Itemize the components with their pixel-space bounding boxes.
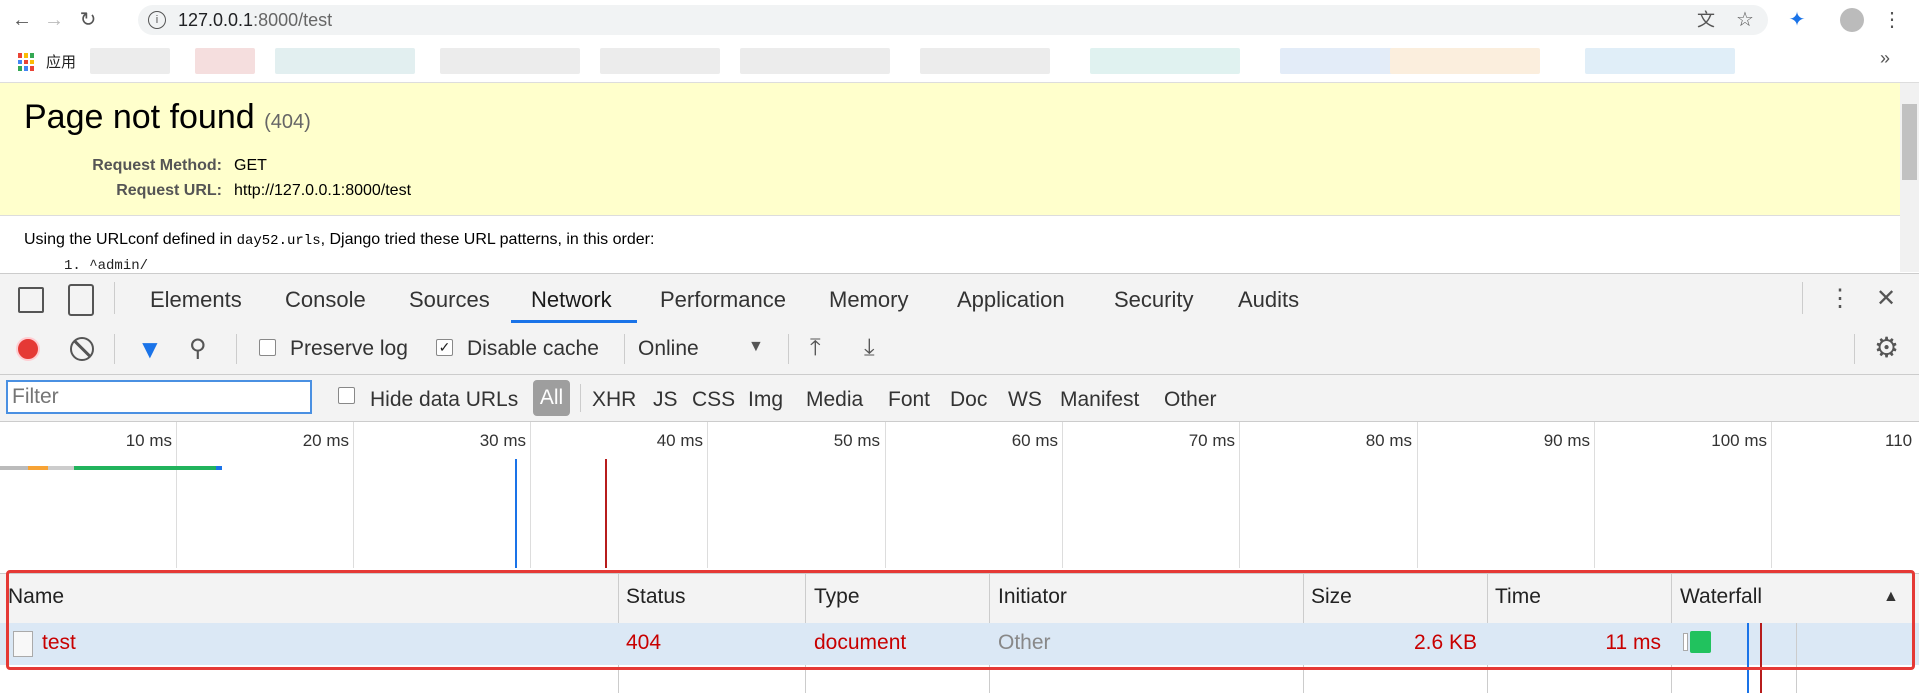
timeline-bar-end [216,466,222,470]
translate-icon[interactable]: 文 [1694,8,1718,32]
bookmark-blurred[interactable] [600,48,720,74]
tab-elements[interactable]: Elements [150,287,242,313]
bookmark-blurred[interactable] [195,48,255,74]
hide-data-urls-label[interactable]: Hide data URLs [370,388,518,412]
timeline-tick: 60 ms [1011,431,1058,450]
chevron-down-icon[interactable]: ▼ [748,338,764,356]
status-code: (404) [264,111,311,133]
timeline-tick: 10 ms [125,431,172,450]
page-title: Page not found (404) [24,98,311,136]
filter-type-doc[interactable]: Doc [950,388,987,412]
request-url-value: http://127.0.0.1:8000/test [234,182,412,199]
request-url-label: Request URL: [116,182,222,199]
filter-type-manifest[interactable]: Manifest [1060,388,1139,412]
dom-content-loaded-marker [515,459,517,568]
disable-cache-checkbox[interactable]: ✓ [436,339,453,356]
url-pattern-item: 1. ^admin/ [64,258,149,272]
clear-icon[interactable] [70,337,94,361]
timeline-bar-connect [28,466,48,470]
tab-security[interactable]: Security [1114,287,1193,313]
request-method-value: GET [234,157,267,174]
preserve-log-checkbox[interactable] [259,339,276,356]
menu-dots-icon[interactable]: ⋮ [1880,8,1904,32]
device-toolbar-icon[interactable] [68,284,94,316]
info-icon[interactable]: i [148,11,166,29]
timeline-tick: 70 ms [1188,431,1235,450]
apps-grid-icon[interactable] [18,53,36,71]
tab-console[interactable]: Console [285,287,366,313]
record-icon[interactable] [16,337,40,361]
devtools-menu-icon[interactable]: ⋮ [1828,284,1852,313]
timeline-bar-wait [48,466,74,470]
highlight-annotation [6,570,1915,670]
timeline-tick: 30 ms [479,431,526,450]
active-tab-indicator [511,320,637,323]
address-bar[interactable] [138,5,1768,35]
disable-cache-label[interactable]: Disable cache [467,337,599,361]
back-arrow-icon[interactable]: ← [10,8,34,32]
extension-icon[interactable]: ✦ [1785,8,1809,32]
forward-arrow-icon[interactable]: → [42,8,66,32]
timeline-bar-download [74,466,220,470]
filter-type-other[interactable]: Other [1164,388,1217,412]
filter-type-font[interactable]: Font [888,388,930,412]
tab-memory[interactable]: Memory [829,287,908,313]
filter-type-js[interactable]: JS [653,388,678,412]
bookmark-blurred[interactable] [1390,48,1540,74]
filter-type-all[interactable]: All [533,380,570,416]
bookmark-star-icon[interactable]: ☆ [1733,8,1757,32]
tab-sources[interactable]: Sources [409,287,490,313]
tab-performance[interactable]: Performance [660,287,786,313]
timeline-tick: 50 ms [833,431,880,450]
load-event-marker [605,459,607,568]
timeline-tick: 20 ms [302,431,349,450]
timeline-tick: 80 ms [1365,431,1412,450]
filter-type-media[interactable]: Media [806,388,863,412]
bookmark-blurred[interactable] [920,48,1050,74]
timeline-tick: 100 ms [1711,431,1767,450]
request-method-label: Request Method: [92,157,222,174]
bookmarks-overflow[interactable]: » [1880,48,1890,69]
tab-application[interactable]: Application [957,287,1065,313]
filter-type-img[interactable]: Img [748,388,783,412]
close-devtools-icon[interactable]: ✕ [1876,284,1896,313]
preserve-log-label[interactable]: Preserve log [290,337,408,361]
network-toolbar [0,324,1919,375]
bookmark-blurred[interactable] [440,48,580,74]
urlconf-text: Using the URLconf defined in day52.urls,… [24,231,655,249]
bookmark-blurred[interactable] [1585,48,1735,74]
settings-gear-icon[interactable]: ⚙ [1874,331,1899,364]
timeline-tick: 40 ms [656,431,703,450]
timeline-tick: 90 ms [1543,431,1590,450]
tab-audits[interactable]: Audits [1238,287,1299,313]
throttling-select[interactable]: Online [638,337,699,361]
bookmark-blurred[interactable] [90,48,170,74]
address-url[interactable]: 127.0.0.1:8000/test [178,10,332,31]
reload-icon[interactable]: ↻ [76,8,100,32]
bookmark-apps-label[interactable]: 应用 [46,51,76,72]
search-icon[interactable]: ⚲ [189,334,207,363]
bookmark-blurred[interactable] [740,48,890,74]
filter-icon[interactable]: ▼ [137,334,163,365]
hide-data-urls-checkbox[interactable] [338,387,355,404]
tab-network[interactable]: Network [531,287,612,313]
export-har-icon[interactable]: ⤓ [864,334,875,362]
filter-type-xhr[interactable]: XHR [592,388,636,412]
bookmark-blurred[interactable] [1090,48,1240,74]
timeline-bar-queue [0,466,28,470]
timeline-tick: 110 [1885,431,1913,450]
inspect-element-icon[interactable] [18,287,44,313]
filter-type-ws[interactable]: WS [1008,388,1042,412]
filter-type-css[interactable]: CSS [692,388,735,412]
import-har-icon[interactable]: ⤒ [810,334,821,362]
filter-input[interactable] [6,380,312,414]
profile-avatar-icon[interactable] [1840,8,1864,32]
bookmark-blurred[interactable] [275,48,415,74]
page-scrollbar-thumb[interactable] [1902,104,1917,180]
